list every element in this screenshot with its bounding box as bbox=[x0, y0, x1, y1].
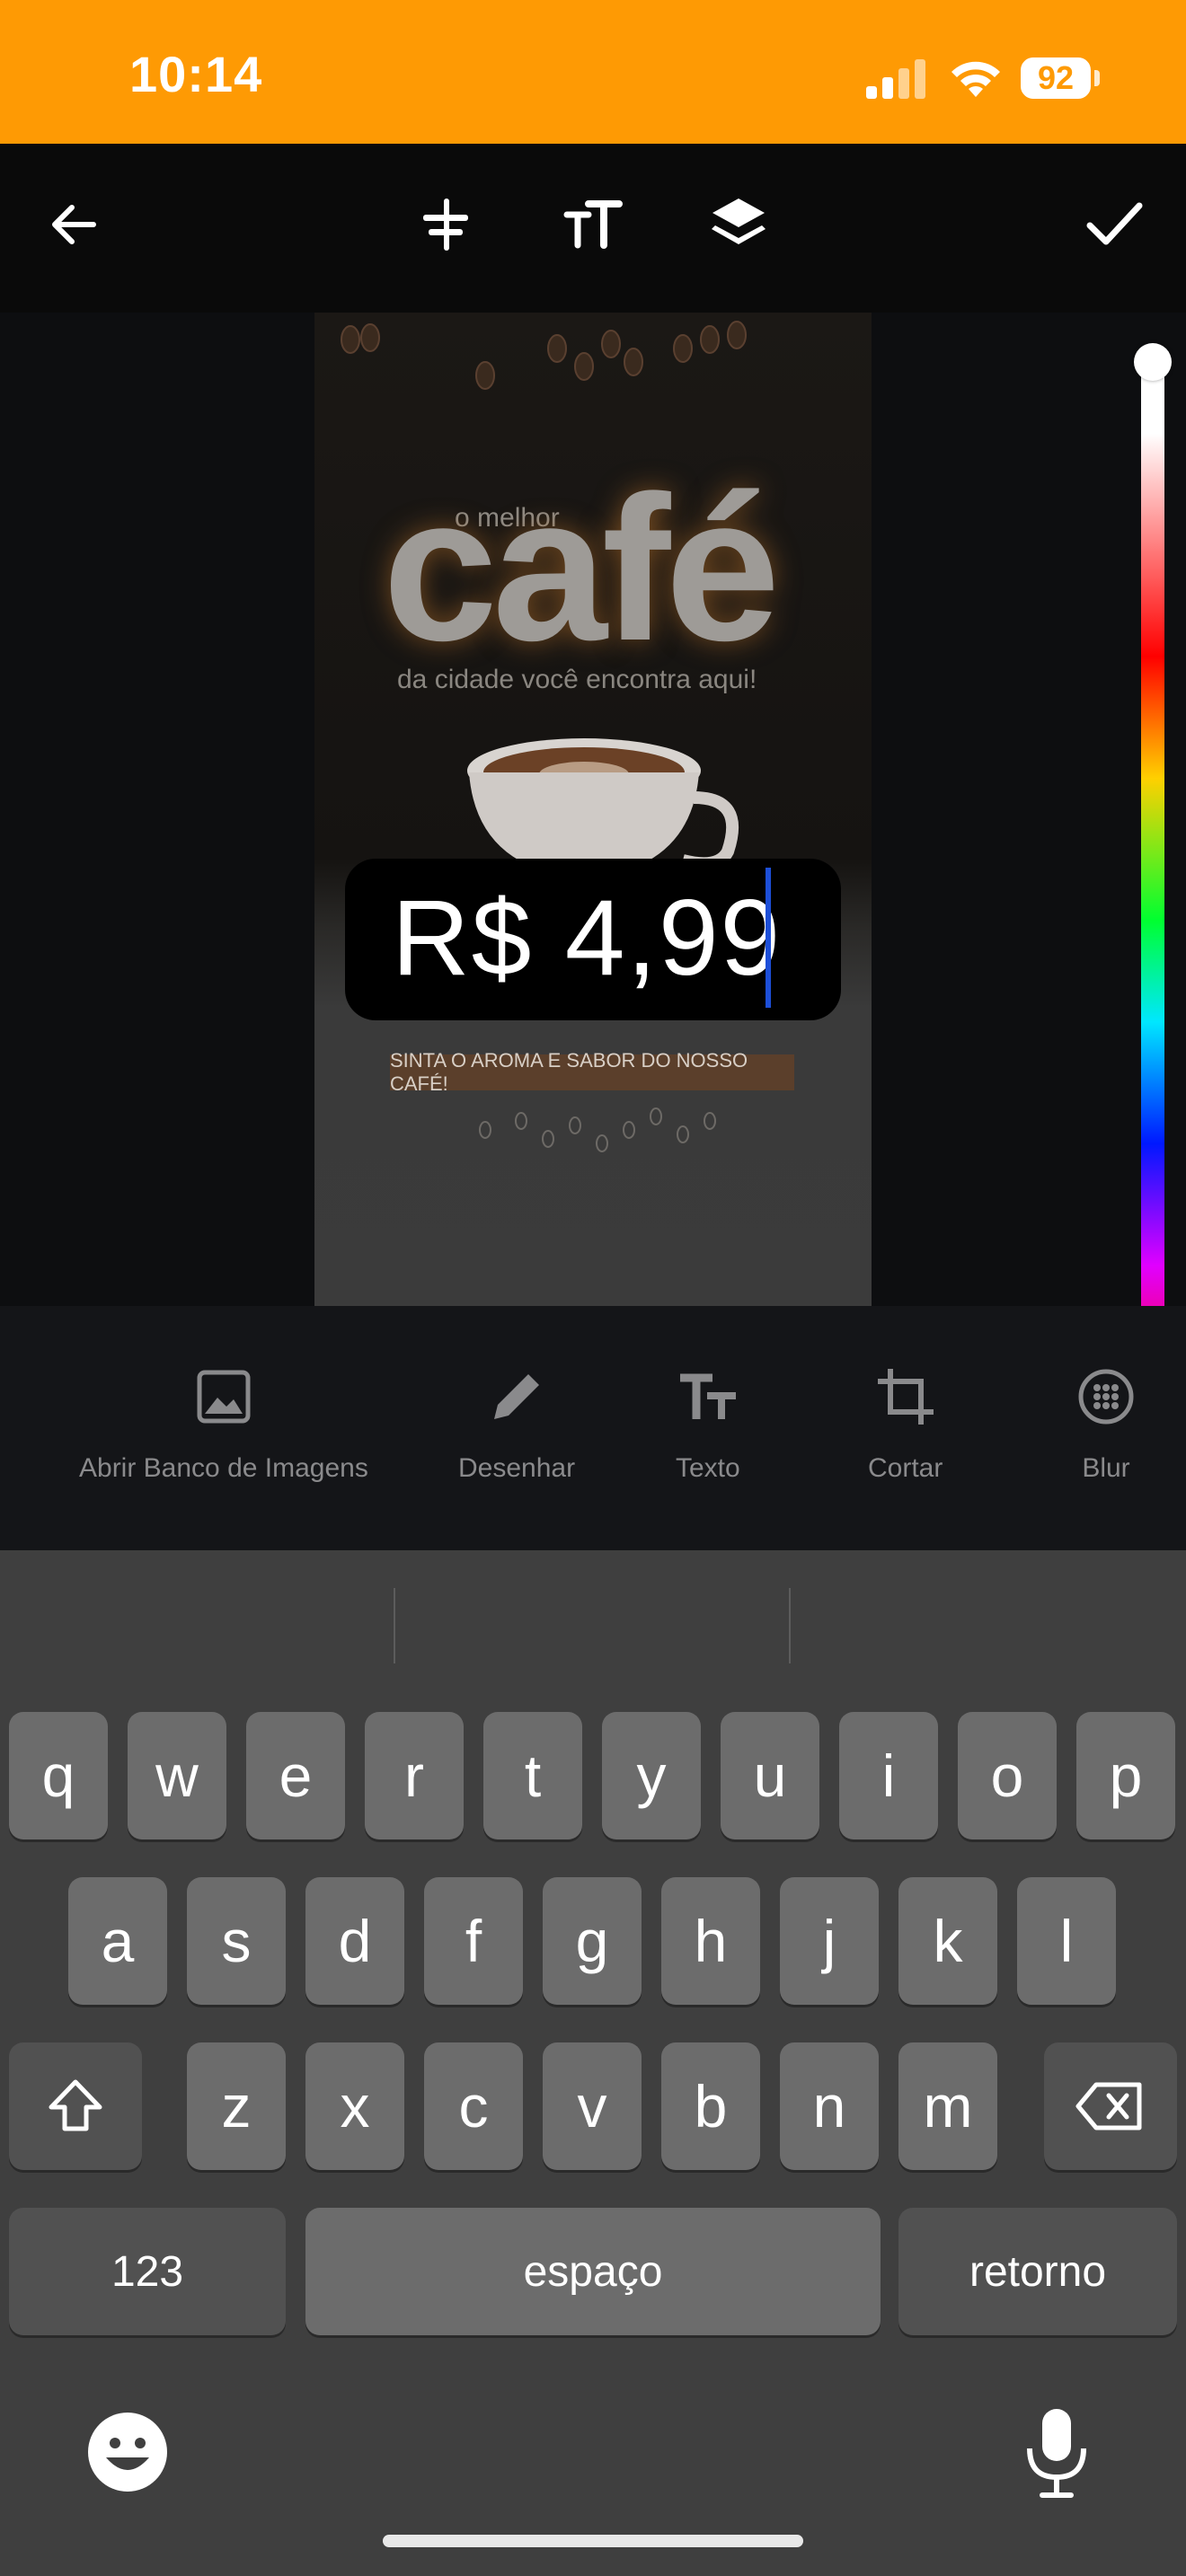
key-v[interactable]: v bbox=[543, 2042, 642, 2170]
status-time: 10:14 bbox=[129, 46, 263, 102]
key-g[interactable]: g bbox=[543, 1877, 642, 2005]
tool-label: Blur bbox=[1082, 1453, 1130, 1483]
key-e[interactable]: e bbox=[246, 1712, 345, 1839]
tool-crop[interactable]: Cortar bbox=[868, 1365, 943, 1484]
emoji-icon[interactable] bbox=[86, 2411, 169, 2493]
coffee-beans-bottom bbox=[479, 1107, 716, 1152]
key-j[interactable]: j bbox=[780, 1877, 879, 2005]
key-s[interactable]: s bbox=[187, 1877, 286, 2005]
key-y[interactable]: y bbox=[602, 1712, 701, 1839]
key-i[interactable]: i bbox=[839, 1712, 938, 1839]
key-h[interactable]: h bbox=[661, 1877, 760, 2005]
key-q[interactable]: q bbox=[9, 1712, 108, 1839]
microphone-icon[interactable] bbox=[1021, 2405, 1093, 2499]
signal-icon bbox=[866, 59, 925, 99]
text-caret bbox=[766, 868, 771, 1008]
key-m[interactable]: m bbox=[898, 2042, 997, 2170]
key-r[interactable]: r bbox=[365, 1712, 464, 1839]
poster-subline: da cidade você encontra aqui! bbox=[397, 665, 757, 694]
key-a[interactable]: a bbox=[68, 1877, 167, 2005]
pencil-icon bbox=[494, 1374, 540, 1419]
suggestion-divider bbox=[789, 1588, 791, 1663]
key-u[interactable]: u bbox=[721, 1712, 819, 1839]
layers-icon[interactable] bbox=[694, 180, 783, 269]
image-icon bbox=[197, 1370, 251, 1424]
color-slider[interactable] bbox=[1141, 352, 1164, 1367]
delete-key[interactable] bbox=[1044, 2042, 1177, 2170]
suggestion-divider bbox=[394, 1588, 395, 1663]
key-f[interactable]: f bbox=[424, 1877, 523, 2005]
blur-icon bbox=[1078, 1369, 1134, 1425]
tool-label: Cortar bbox=[868, 1453, 943, 1483]
text-icon bbox=[679, 1373, 736, 1419]
shift-icon bbox=[49, 2079, 102, 2131]
text-box-value[interactable]: R$ 4,99 bbox=[392, 876, 782, 1000]
key-p[interactable]: p bbox=[1076, 1712, 1175, 1839]
tool-label: Texto bbox=[676, 1453, 740, 1483]
coffee-beans-decoration bbox=[341, 321, 747, 390]
tool-blur[interactable]: Blur bbox=[1075, 1365, 1137, 1484]
home-indicator bbox=[383, 2535, 803, 2547]
key-z[interactable]: z bbox=[187, 2042, 286, 2170]
poster-headline: café bbox=[383, 453, 780, 684]
battery-tip bbox=[1094, 70, 1100, 86]
arrow-left-icon[interactable] bbox=[29, 180, 119, 269]
key-o[interactable]: o bbox=[958, 1712, 1057, 1839]
tool-label: Desenhar bbox=[458, 1453, 576, 1483]
key-l[interactable]: l bbox=[1017, 1877, 1116, 2005]
align-center-icon[interactable] bbox=[401, 180, 491, 269]
key-x[interactable]: x bbox=[305, 2042, 404, 2170]
tool-image-bank[interactable]: Abrir Banco de Imagens bbox=[79, 1365, 368, 1484]
tool-draw[interactable]: Desenhar bbox=[458, 1365, 575, 1484]
key-d[interactable]: d bbox=[305, 1877, 404, 2005]
text-size-icon[interactable] bbox=[548, 180, 638, 269]
numbers-key[interactable]: 123 bbox=[9, 2208, 286, 2335]
key-c[interactable]: c bbox=[424, 2042, 523, 2170]
battery-indicator: 92 bbox=[1021, 57, 1091, 99]
space-key[interactable]: espaço bbox=[305, 2208, 881, 2335]
wifi-icon bbox=[951, 61, 1000, 97]
key-k[interactable]: k bbox=[898, 1877, 997, 2005]
key-w[interactable]: w bbox=[128, 1712, 226, 1839]
checkmark-icon[interactable] bbox=[1069, 180, 1159, 269]
color-slider-knob[interactable] bbox=[1134, 343, 1172, 381]
backspace-icon bbox=[1075, 2082, 1142, 2130]
return-key[interactable]: retorno bbox=[898, 2208, 1177, 2335]
key-n[interactable]: n bbox=[780, 2042, 879, 2170]
crop-icon bbox=[877, 1369, 934, 1425]
key-t[interactable]: t bbox=[483, 1712, 582, 1839]
tool-text[interactable]: Texto bbox=[676, 1365, 740, 1484]
key-b[interactable]: b bbox=[661, 2042, 760, 2170]
tool-label: Abrir Banco de Imagens bbox=[79, 1453, 368, 1483]
shift-key[interactable] bbox=[9, 2042, 142, 2170]
poster-banner: SINTA O AROMA E SABOR DO NOSSO CAFÉ! bbox=[390, 1049, 794, 1095]
